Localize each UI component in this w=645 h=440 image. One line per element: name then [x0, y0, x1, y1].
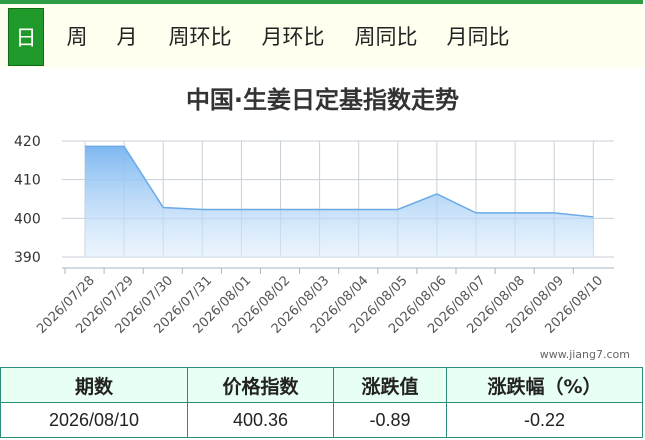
y-tick-label: 400	[14, 211, 41, 227]
y-tick-label: 390	[14, 250, 41, 266]
series-area	[85, 146, 594, 257]
table-row: 2026/08/10 400.36 -0.89 -0.22	[0, 402, 643, 438]
cell-price-index: 400.36	[187, 402, 334, 438]
chart: 3904004104202026/07/282026/07/292026/07/…	[14, 134, 630, 361]
column-header-change-value: 涨跌值	[333, 367, 447, 403]
column-header-change-percent: 涨跌幅（%）	[446, 367, 643, 403]
watermark: www.jiang7.com	[540, 348, 630, 361]
table-header-row: 期数 价格指数 涨跌值 涨跌幅（%）	[0, 367, 643, 403]
cell-period: 2026/08/10	[0, 402, 188, 438]
cell-change-percent: -0.22	[446, 402, 643, 438]
cell-change-value: -0.89	[333, 402, 447, 438]
y-tick-label: 410	[14, 173, 41, 189]
index-table: 期数 价格指数 涨跌值 涨跌幅（%） 2026/08/10 400.36 -0.…	[0, 367, 643, 438]
column-header-price-index: 价格指数	[187, 367, 334, 403]
y-tick-label: 420	[14, 134, 41, 150]
column-header-period: 期数	[0, 367, 188, 403]
